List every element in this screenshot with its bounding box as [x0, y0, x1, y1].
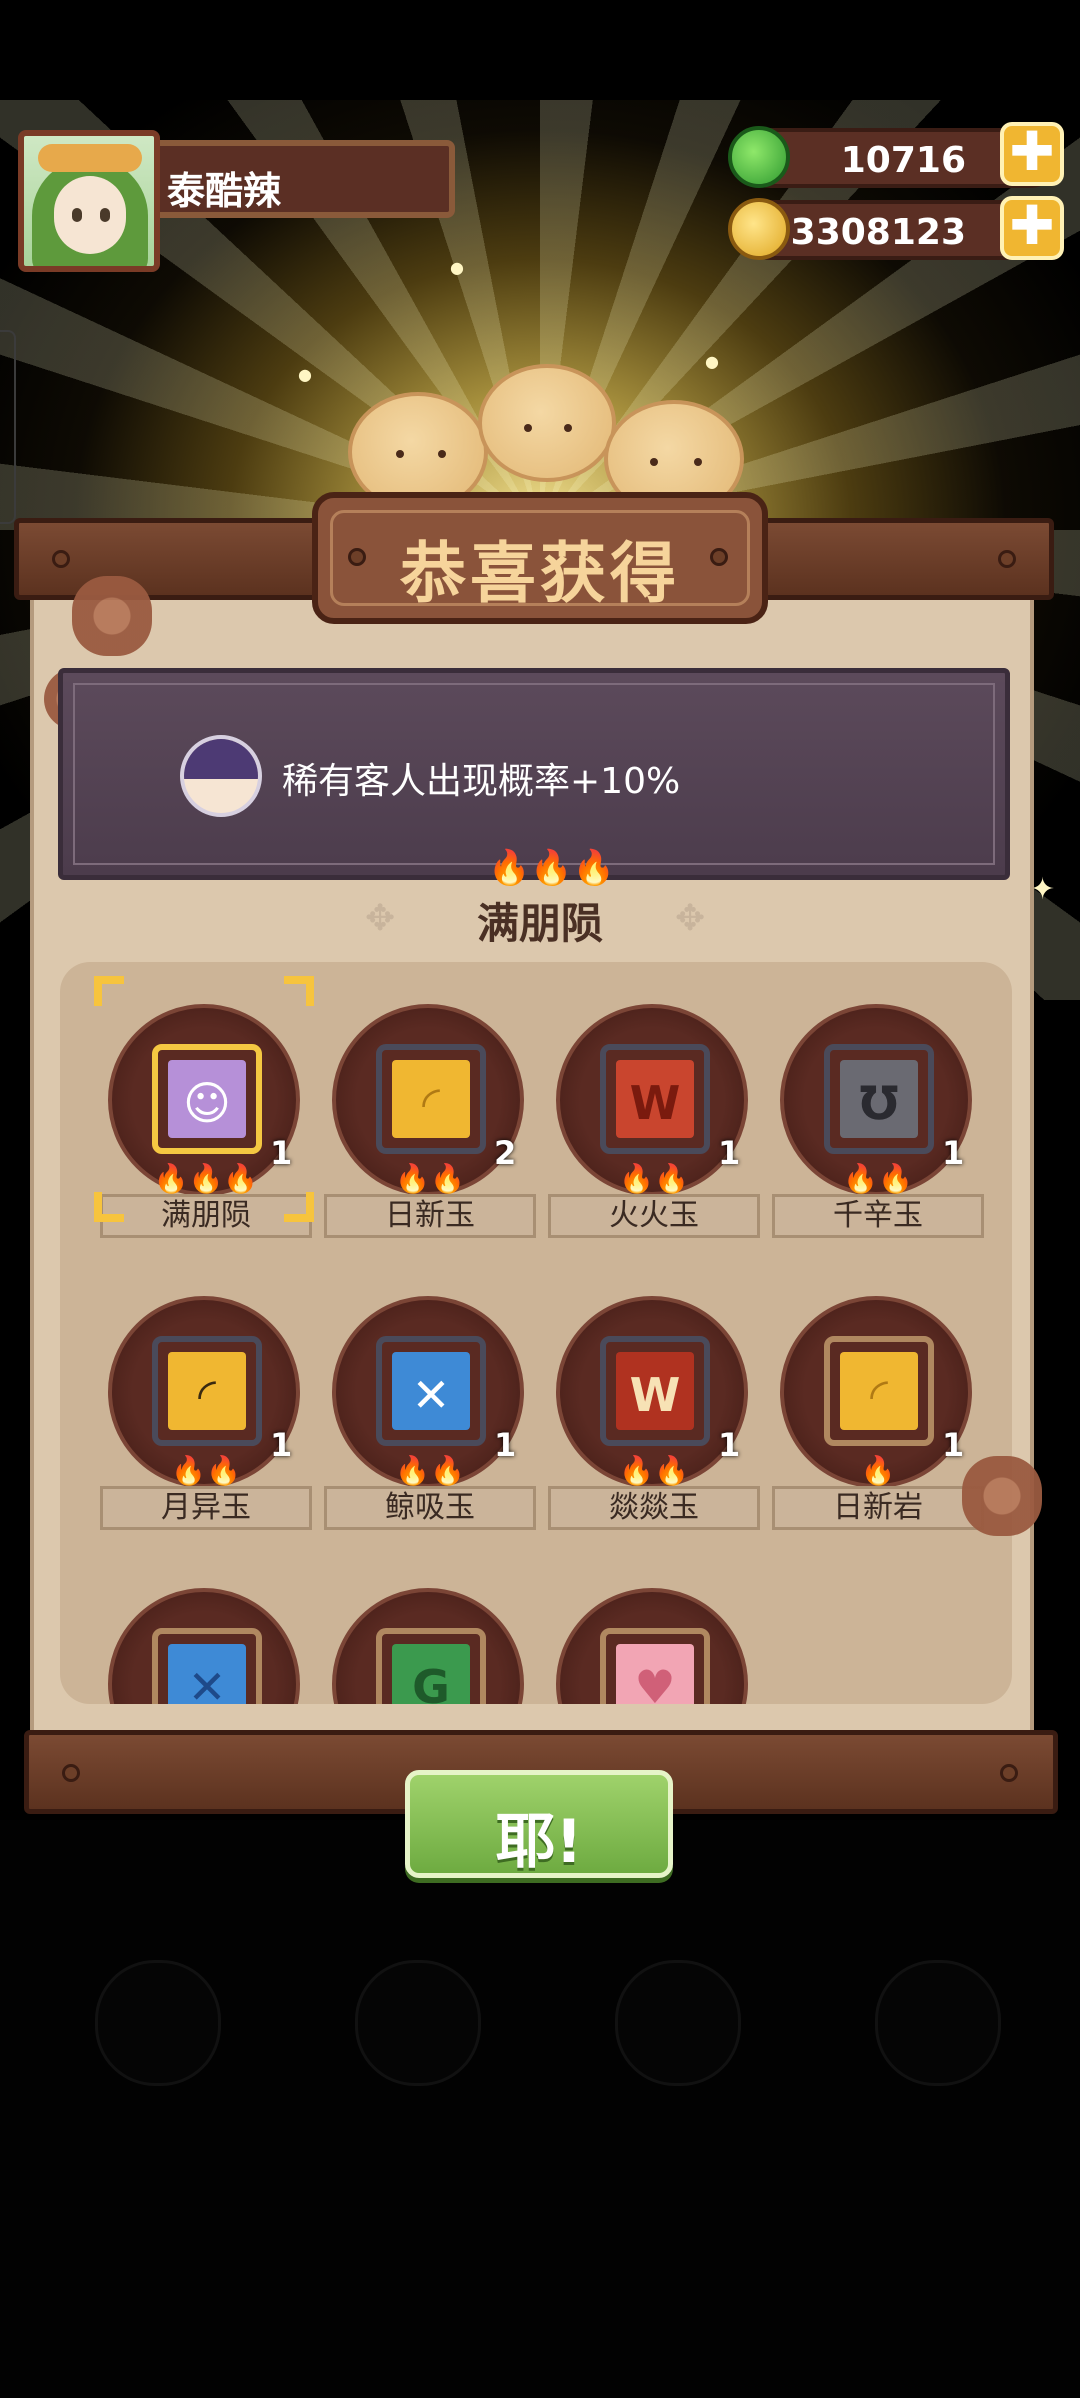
flame-rating: 🔥🔥 — [171, 1454, 241, 1487]
background-menu-icon — [615, 1960, 741, 2086]
ingredient-icon: ☺ — [168, 1060, 246, 1138]
ingredient-icon: G — [392, 1644, 470, 1704]
ingredient-glyph: W — [629, 1368, 681, 1422]
gem-amount: 10716 — [840, 140, 966, 181]
ingredient-tile: ◜ — [824, 1336, 934, 1446]
ingredient-slot[interactable]: W 1 🔥🔥 火火玉 — [548, 982, 760, 1242]
flame-rating: 🔥🔥🔥 — [153, 1162, 259, 1195]
ingredient-tile: ☺ — [152, 1044, 262, 1154]
ingredient-icon: ♥ — [616, 1644, 694, 1704]
recipe-flame-rating: 🔥🔥🔥 — [488, 848, 616, 888]
ingredient-name: 鲸吸玉 — [324, 1486, 536, 1530]
ingredient-glyph: ℧ — [859, 1076, 899, 1130]
ingredient-slot[interactable]: ✕ — [100, 1566, 300, 1704]
ingredient-slot[interactable]: ℧ 1 🔥🔥 千辛玉 — [772, 982, 984, 1242]
ingredient-tile: G — [376, 1628, 486, 1704]
ingredient-icon: ◜ — [168, 1352, 246, 1430]
ingredient-slot[interactable]: ♥ — [548, 1566, 748, 1704]
ingredient-icon: ℧ — [840, 1060, 918, 1138]
ingredient-name: 火火玉 — [548, 1194, 760, 1238]
ingredient-tile: ◜ — [376, 1044, 486, 1154]
title-plaque: 恭喜获得 — [312, 492, 768, 624]
add-gems-button[interactable]: ✚ — [1000, 122, 1064, 186]
recipe-name: 满朋陨 — [476, 899, 603, 948]
flower-decoration-icon — [962, 1456, 1042, 1536]
gold-coin-icon — [728, 198, 790, 260]
ingredient-tile: ℧ — [824, 1044, 934, 1154]
buff-text: 稀有客人出现概率+10% — [282, 761, 681, 802]
coin-amount: 3308123 — [790, 212, 966, 253]
nail-icon — [1000, 1764, 1018, 1782]
ingredient-icon: ◜ — [840, 1352, 918, 1430]
reward-title: 恭喜获得 — [400, 535, 680, 612]
ingredient-slot[interactable]: ◜ 1 🔥🔥 月异玉 — [100, 1274, 312, 1534]
ingredient-name: 满朋陨 — [100, 1194, 312, 1238]
ingredient-name: 月异玉 — [100, 1486, 312, 1530]
ingredient-tile: ◜ — [152, 1336, 262, 1446]
nail-icon — [62, 1764, 80, 1782]
confirm-button[interactable]: 耶! — [405, 1770, 673, 1878]
flame-rating: 🔥 — [860, 1454, 896, 1487]
ingredient-glyph: G — [412, 1660, 450, 1704]
nail-icon — [998, 550, 1016, 568]
player-avatar[interactable] — [18, 130, 160, 272]
background-menu-icon — [355, 1960, 481, 2086]
nail-icon — [52, 550, 70, 568]
ingredient-icon: W — [616, 1352, 694, 1430]
flame-rating: 🔥🔥 — [619, 1454, 689, 1487]
ingredient-glyph: ◜ — [870, 1368, 888, 1422]
side-pull-tab[interactable] — [0, 330, 16, 524]
dimmed-background — [0, 1820, 1080, 2398]
ingredient-slot[interactable]: W 1 🔥🔥 燚燚玉 — [548, 1274, 760, 1534]
ingredient-glyph: ◜ — [198, 1368, 216, 1422]
bun-character-icon — [478, 364, 616, 482]
ingredient-glyph: ☺ — [183, 1076, 231, 1130]
ingredient-name: 燚燚玉 — [548, 1486, 760, 1530]
selection-corner-icon — [94, 1192, 124, 1222]
ingredient-name: 日新玉 — [324, 1194, 536, 1238]
ingredient-glyph: ♥ — [634, 1660, 676, 1704]
ingredient-icon: ✕ — [168, 1644, 246, 1704]
flower-decoration-icon — [72, 576, 152, 656]
flame-rating: 🔥🔥 — [395, 1454, 465, 1487]
ingredient-icon: ◜ — [392, 1060, 470, 1138]
ingredient-icon: ✕ — [392, 1352, 470, 1430]
player-name: 泰酷辣 — [167, 169, 282, 213]
ingredient-slot[interactable]: ◜ 2 🔥🔥 日新玉 — [324, 982, 536, 1242]
ingredient-icon: W — [616, 1060, 694, 1138]
sparkle-icon: ● — [450, 258, 464, 277]
player-name-bar: 泰酷辣 — [155, 140, 455, 218]
sparkle-icon: ● — [705, 352, 719, 371]
selection-corner-icon — [284, 976, 314, 1006]
ingredient-tile: W — [600, 1336, 710, 1446]
ingredient-tile: ✕ — [376, 1336, 486, 1446]
rare-guest-icon — [180, 735, 262, 817]
ingredient-glyph: W — [629, 1076, 681, 1130]
ingredient-name: 日新岩 — [772, 1486, 984, 1530]
flame-rating: 🔥🔥 — [395, 1162, 465, 1195]
ingredient-glyph: ✕ — [187, 1660, 227, 1704]
ingredient-slot[interactable]: ◜ 1 🔥 日新岩 — [772, 1274, 984, 1534]
ingredient-name: 千辛玉 — [772, 1194, 984, 1238]
background-menu-icon — [875, 1960, 1001, 2086]
ingredient-tile: W — [600, 1044, 710, 1154]
ingredient-slot[interactable]: ☺ 1 🔥🔥🔥 满朋陨 — [100, 982, 312, 1242]
flame-rating: 🔥🔥 — [619, 1162, 689, 1195]
jade-gem-icon — [728, 126, 790, 188]
ingredient-grid[interactable]: ☺ 1 🔥🔥🔥 满朋陨 ◜ 2 🔥🔥 日新玉 W 1 🔥🔥 火火玉 ℧ 1 🔥🔥 千辛玉 ◜ 1 🔥🔥 月异玉 ✕ 1 🔥🔥… — [60, 962, 1012, 1704]
ingredient-glyph: ◜ — [422, 1076, 440, 1130]
ingredient-slot[interactable]: G — [324, 1566, 524, 1704]
add-coins-button[interactable]: ✚ — [1000, 196, 1064, 260]
ingredient-tile: ♥ — [600, 1628, 710, 1704]
flame-rating: 🔥🔥 — [843, 1162, 913, 1195]
background-menu-icon — [95, 1960, 221, 2086]
ingredient-slot[interactable]: ✕ 1 🔥🔥 鲸吸玉 — [324, 1274, 536, 1534]
selection-corner-icon — [94, 976, 124, 1006]
confirm-label: 耶! — [495, 1807, 583, 1877]
ingredient-glyph: ✕ — [411, 1368, 451, 1422]
ingredient-tile: ✕ — [152, 1628, 262, 1704]
selection-corner-icon — [284, 1192, 314, 1222]
sparkle-icon: ● — [298, 365, 312, 384]
